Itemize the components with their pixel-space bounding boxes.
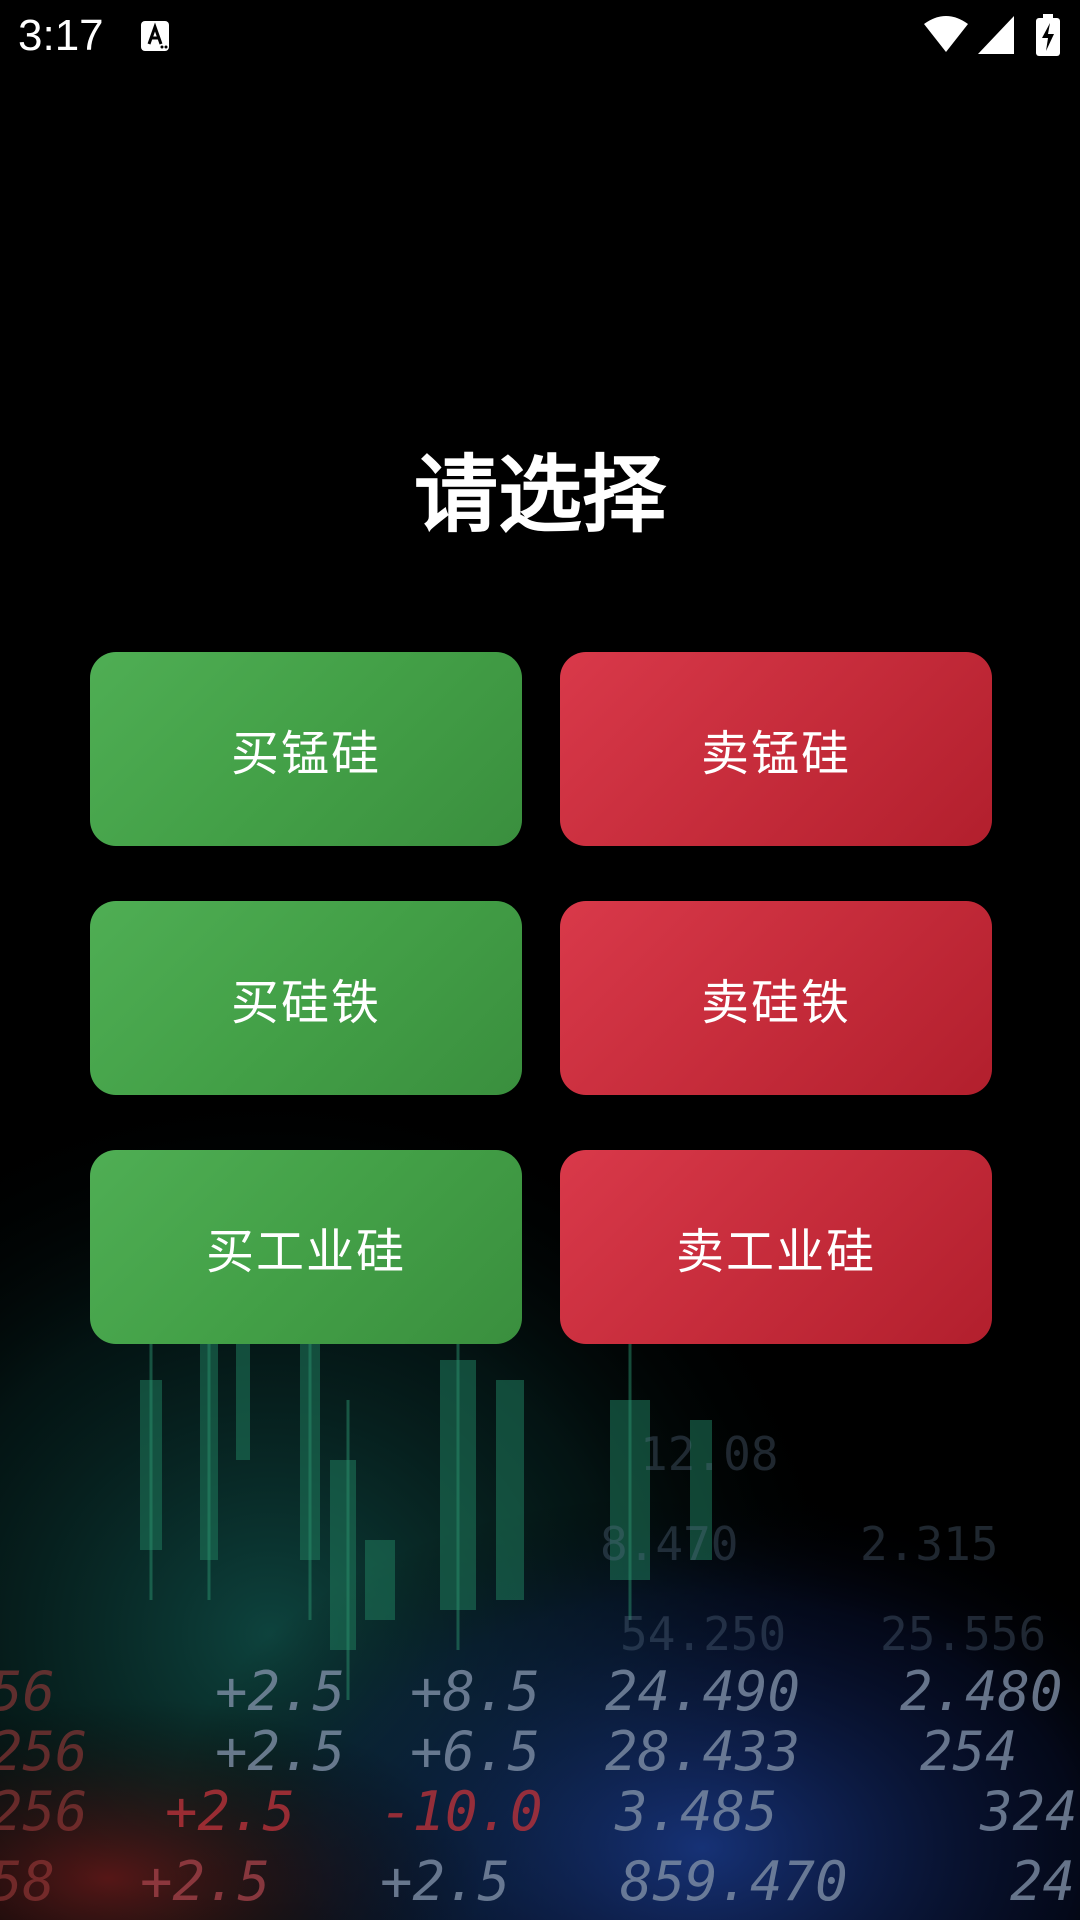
- wifi-icon: [924, 16, 968, 52]
- app-screen: 54.250 25.556 8.470 2.315 12.08 +2.5 +8.…: [0, 0, 1080, 1920]
- button-label: 卖硅铁: [700, 975, 851, 1031]
- buy-industrial-silicon-button[interactable]: 买工业硅: [90, 1150, 522, 1344]
- button-label: 买硅铁: [230, 975, 381, 1031]
- buy-silicomanganese-button[interactable]: 买锰硅: [90, 652, 522, 846]
- status-time: 3:17: [18, 11, 104, 60]
- battery-charging-icon: [1036, 14, 1060, 56]
- cell-signal-icon: [978, 16, 1014, 54]
- sell-industrial-silicon-button[interactable]: 卖工业硅: [560, 1150, 992, 1344]
- buy-ferrosilicon-button[interactable]: 买硅铁: [90, 901, 522, 1095]
- status-bar: 3:17: [0, 0, 1080, 72]
- page-title: 请选择: [413, 446, 666, 544]
- button-label: 买锰硅: [230, 726, 381, 782]
- notification-a-icon: [141, 21, 169, 51]
- sell-ferrosilicon-button[interactable]: 卖硅铁: [560, 901, 992, 1095]
- button-label: 卖工业硅: [675, 1224, 876, 1280]
- button-label: 卖锰硅: [700, 726, 851, 782]
- button-label: 买工业硅: [205, 1224, 406, 1280]
- sell-silicomanganese-button[interactable]: 卖锰硅: [560, 652, 992, 846]
